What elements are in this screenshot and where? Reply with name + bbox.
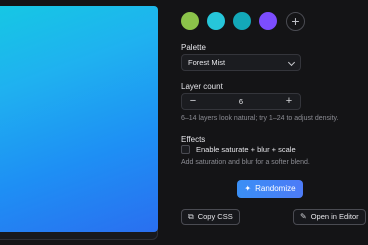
effects-checkbox-label: Enable saturate + blur + scale bbox=[196, 145, 296, 154]
swatch-cyan[interactable] bbox=[207, 12, 225, 30]
layer-count-label: Layer count bbox=[181, 82, 223, 91]
gradient-preview bbox=[0, 6, 158, 232]
add-swatch-button[interactable]: + bbox=[286, 12, 305, 31]
swatch-teal[interactable] bbox=[233, 12, 251, 30]
magic-wand-icon: ✦ bbox=[244, 184, 252, 193]
palette-label: Palette bbox=[181, 43, 206, 52]
layer-count-value[interactable]: 6 bbox=[212, 94, 270, 109]
pencil-icon: ✎ bbox=[300, 212, 307, 221]
effects-label: Effects bbox=[181, 135, 206, 144]
swatch-lime[interactable] bbox=[181, 12, 199, 30]
copy-css-label: Copy CSS bbox=[197, 212, 233, 221]
randomize-button[interactable]: ✦ Randomize bbox=[237, 180, 303, 198]
plus-icon: + bbox=[291, 13, 300, 29]
open-in-editor-button[interactable]: ✎ Open in Editor bbox=[293, 209, 366, 225]
palette-swatches: + bbox=[181, 12, 305, 31]
open-in-editor-label: Open in Editor bbox=[310, 212, 359, 221]
layer-count-hint: 6–14 layers look natural; try 1–24 to ad… bbox=[181, 115, 339, 122]
palette-selected-value: Forest Mist bbox=[188, 58, 226, 67]
swatch-violet[interactable] bbox=[259, 12, 277, 30]
randomize-label: Randomize bbox=[255, 184, 296, 193]
chevron-down-icon bbox=[287, 58, 296, 67]
copy-css-button[interactable]: ⧉ Copy CSS bbox=[181, 209, 240, 225]
layer-count-stepper: − 6 + bbox=[181, 93, 301, 110]
decrement-button[interactable]: − bbox=[184, 94, 202, 109]
effects-checkbox-row[interactable]: Enable saturate + blur + scale bbox=[181, 145, 296, 154]
effects-hint: Add saturation and blur for a softer ble… bbox=[181, 159, 310, 166]
palette-select[interactable]: Forest Mist bbox=[181, 54, 301, 71]
increment-button[interactable]: + bbox=[280, 94, 298, 109]
effects-checkbox[interactable] bbox=[181, 145, 190, 154]
copy-icon: ⧉ bbox=[188, 212, 194, 221]
